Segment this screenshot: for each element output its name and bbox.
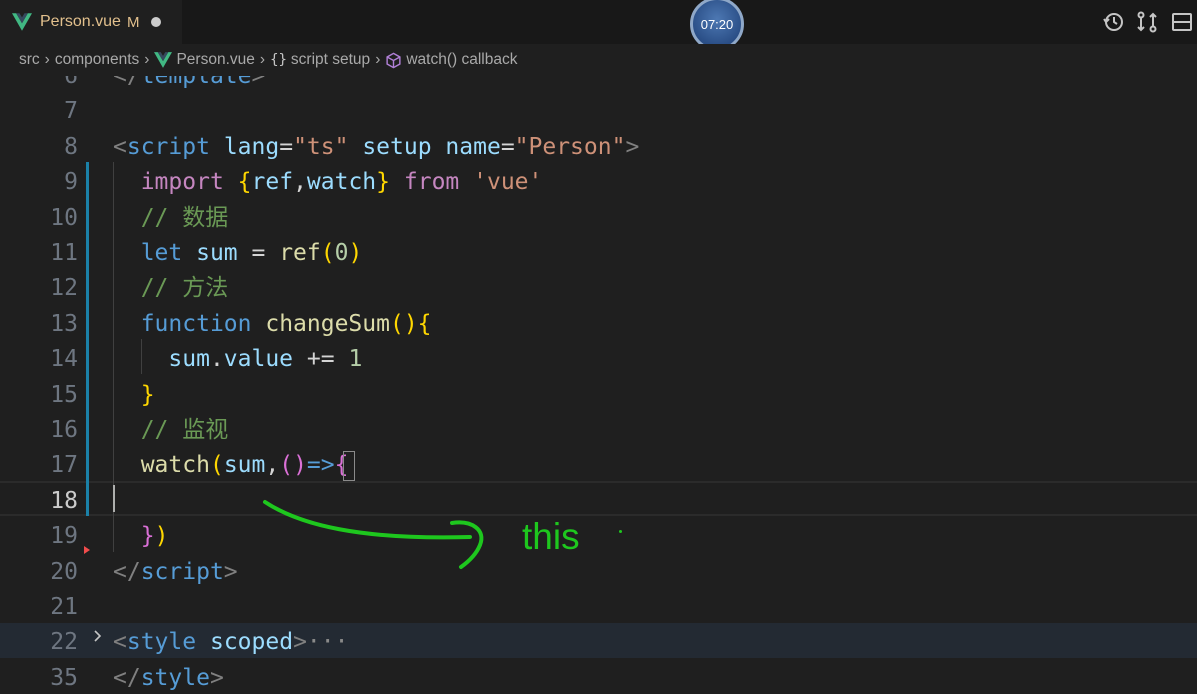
- annotation-dot: [619, 530, 622, 533]
- annotation-text: this: [522, 516, 580, 557]
- annotation-arrow: [263, 500, 484, 569]
